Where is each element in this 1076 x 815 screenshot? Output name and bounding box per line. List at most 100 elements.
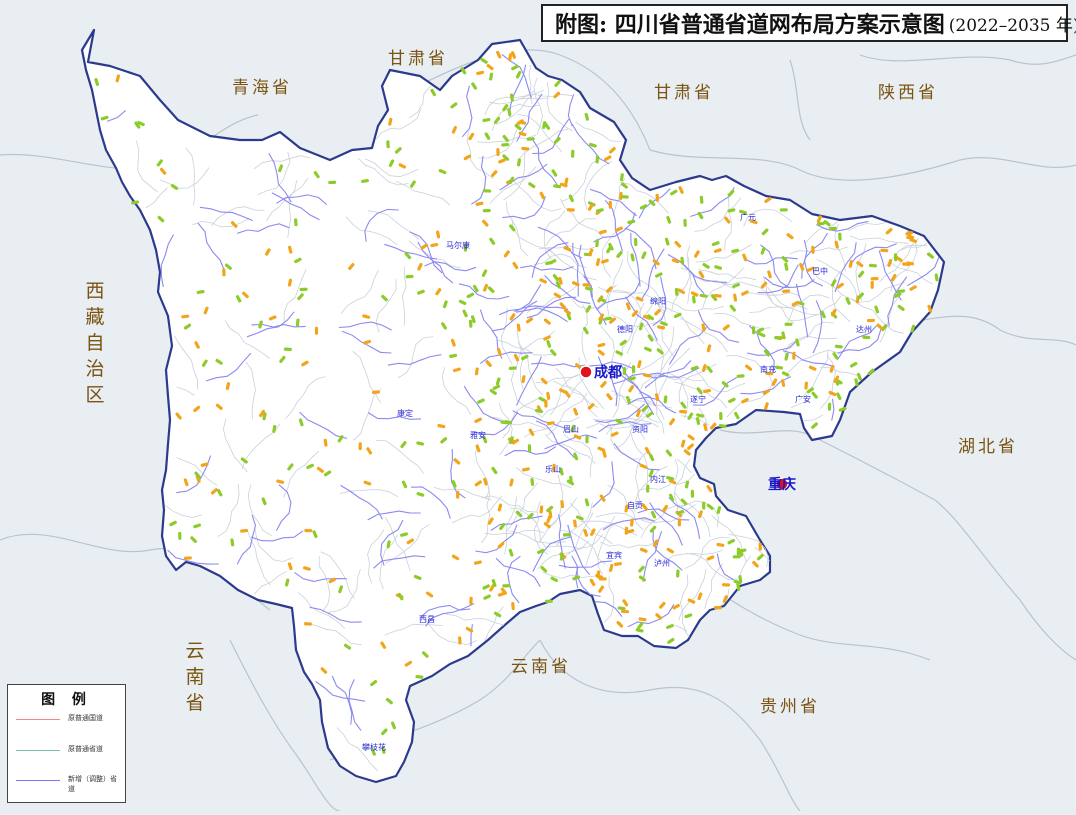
- neighbor-label-shaanxi: 陕西省: [878, 83, 938, 103]
- road-marker-green: [631, 365, 636, 374]
- legend-label-provincial-road: 原普通省道: [68, 745, 103, 753]
- road-marker-orange: [458, 636, 462, 645]
- road-marker-green: [283, 347, 292, 352]
- neighbor-label-hubei: 湖北省: [958, 437, 1018, 457]
- road-marker-green: [299, 287, 308, 292]
- legend-swatch-national-road: [16, 719, 60, 720]
- city-label-suining: 遂宁: [690, 395, 706, 404]
- road-marker-green: [386, 140, 390, 149]
- map-legend: 图 例 原普通国道 原普通省道 新增（调整）省道: [7, 684, 126, 803]
- road-marker-green: [178, 531, 182, 540]
- road-marker-orange: [304, 528, 313, 533]
- legend-swatch-new-road: [16, 780, 60, 781]
- road-marker-orange: [183, 556, 192, 560]
- road-marker-green: [622, 366, 627, 376]
- road-marker-green: [732, 555, 741, 559]
- legend-item-provincial-road: 原普通省道: [16, 742, 120, 762]
- road-marker-green: [502, 584, 511, 588]
- yunnan-char-2: 南: [185, 666, 205, 688]
- road-marker-green: [482, 208, 491, 213]
- road-marker-orange: [811, 245, 815, 254]
- legend-item-national-road: 原普通国道: [16, 711, 120, 731]
- road-marker-green: [719, 411, 723, 421]
- road-marker-green: [646, 484, 650, 493]
- road-marker-green: [690, 489, 695, 498]
- road-marker-orange: [721, 583, 731, 587]
- road-marker-green: [676, 569, 680, 578]
- road-marker-orange: [314, 326, 319, 335]
- city-label-neijiang: 内江: [650, 475, 666, 484]
- yunnan-char-1: 云: [185, 640, 205, 662]
- road-marker-orange: [792, 351, 796, 360]
- city-label-chengdu: 成都: [594, 365, 622, 381]
- road-marker-orange: [880, 248, 889, 253]
- tibet-char-5: 区: [85, 384, 105, 406]
- legend-title: 图 例: [41, 692, 92, 708]
- road-marker-green: [828, 226, 837, 231]
- city-label-yibin: 宜宾: [606, 551, 622, 560]
- road-marker-orange: [469, 596, 473, 605]
- city-label-nanchong: 南充: [760, 365, 776, 374]
- chengdu-capital-marker: [579, 365, 593, 379]
- city-label-dazhou: 达州: [856, 325, 872, 334]
- city-label-kangding: 康定: [397, 409, 413, 418]
- road-marker-orange: [582, 283, 591, 287]
- road-marker-orange: [620, 609, 630, 614]
- neighbor-label-yunnan-south: 云南省: [511, 657, 571, 677]
- city-label-xichang: 西昌: [419, 615, 435, 624]
- city-label-panzhihua: 攀枝花: [362, 743, 386, 752]
- tibet-char-2: 藏: [85, 306, 105, 328]
- road-marker-green: [751, 326, 756, 335]
- city-label-ziyang: 资阳: [632, 425, 648, 434]
- road-marker-green: [595, 239, 599, 248]
- road-marker-green: [405, 274, 414, 279]
- road-marker-orange: [870, 277, 879, 281]
- road-marker-orange: [870, 280, 874, 289]
- road-marker-green: [838, 232, 842, 241]
- road-marker-orange: [566, 208, 575, 212]
- road-marker-green: [683, 218, 687, 227]
- city-label-mianyang: 绵阳: [650, 297, 666, 306]
- road-marker-green: [328, 180, 337, 185]
- neighbor-label-qinghai: 青海省: [232, 78, 292, 98]
- road-marker-green: [702, 501, 706, 510]
- city-label-deyang: 德阳: [617, 325, 633, 334]
- road-marker-orange: [624, 526, 629, 535]
- road-marker-orange: [456, 490, 460, 499]
- road-marker-orange: [758, 542, 762, 551]
- road-marker-orange: [303, 622, 312, 626]
- map-title: 附图: 四川省普通省道网布局方案示意图 (2022–2035 年): [541, 4, 1076, 42]
- neighbor-label-guizhou: 贵州省: [760, 697, 820, 717]
- city-label-bazhong: 巴中: [812, 267, 828, 276]
- road-marker-green: [893, 253, 898, 262]
- road-marker-green: [862, 335, 871, 340]
- legend-label-new-road: 新增（调整）省道: [68, 775, 117, 793]
- road-marker-green: [483, 189, 492, 193]
- road-marker-green: [585, 435, 589, 444]
- road-marker-orange: [713, 606, 722, 610]
- road-marker-orange: [222, 268, 226, 277]
- tibet-char-4: 治: [85, 358, 105, 380]
- city-label-zigong: 自贡: [627, 501, 643, 510]
- city-label-guangan: 广安: [795, 395, 811, 404]
- road-marker-green: [784, 322, 793, 326]
- road-marker-orange: [358, 442, 362, 451]
- city-label-maerkang: 马尔康: [446, 241, 470, 250]
- yunnan-char-3: 省: [185, 692, 205, 714]
- map-svg: [0, 28, 1076, 812]
- road-marker-green: [674, 287, 679, 296]
- road-marker-green: [544, 599, 553, 603]
- road-marker-green: [527, 444, 532, 453]
- road-marker-green: [827, 402, 832, 411]
- city-label-guangyuan: 广元: [740, 213, 756, 222]
- road-marker-orange: [677, 518, 682, 527]
- road-marker-orange: [544, 399, 548, 408]
- legend-label-national-road: 原普通国道: [68, 714, 103, 722]
- road-marker-green: [595, 155, 600, 164]
- road-marker-orange: [496, 148, 500, 157]
- neighbor-label-yunnan-west: 云 南 省: [184, 638, 206, 716]
- neighbor-label-gansu-east: 甘肃省: [654, 83, 714, 103]
- legend-item-new-road: 新增（调整）省道: [16, 772, 120, 793]
- road-marker-green: [468, 319, 473, 328]
- tibet-char-3: 自: [85, 332, 105, 354]
